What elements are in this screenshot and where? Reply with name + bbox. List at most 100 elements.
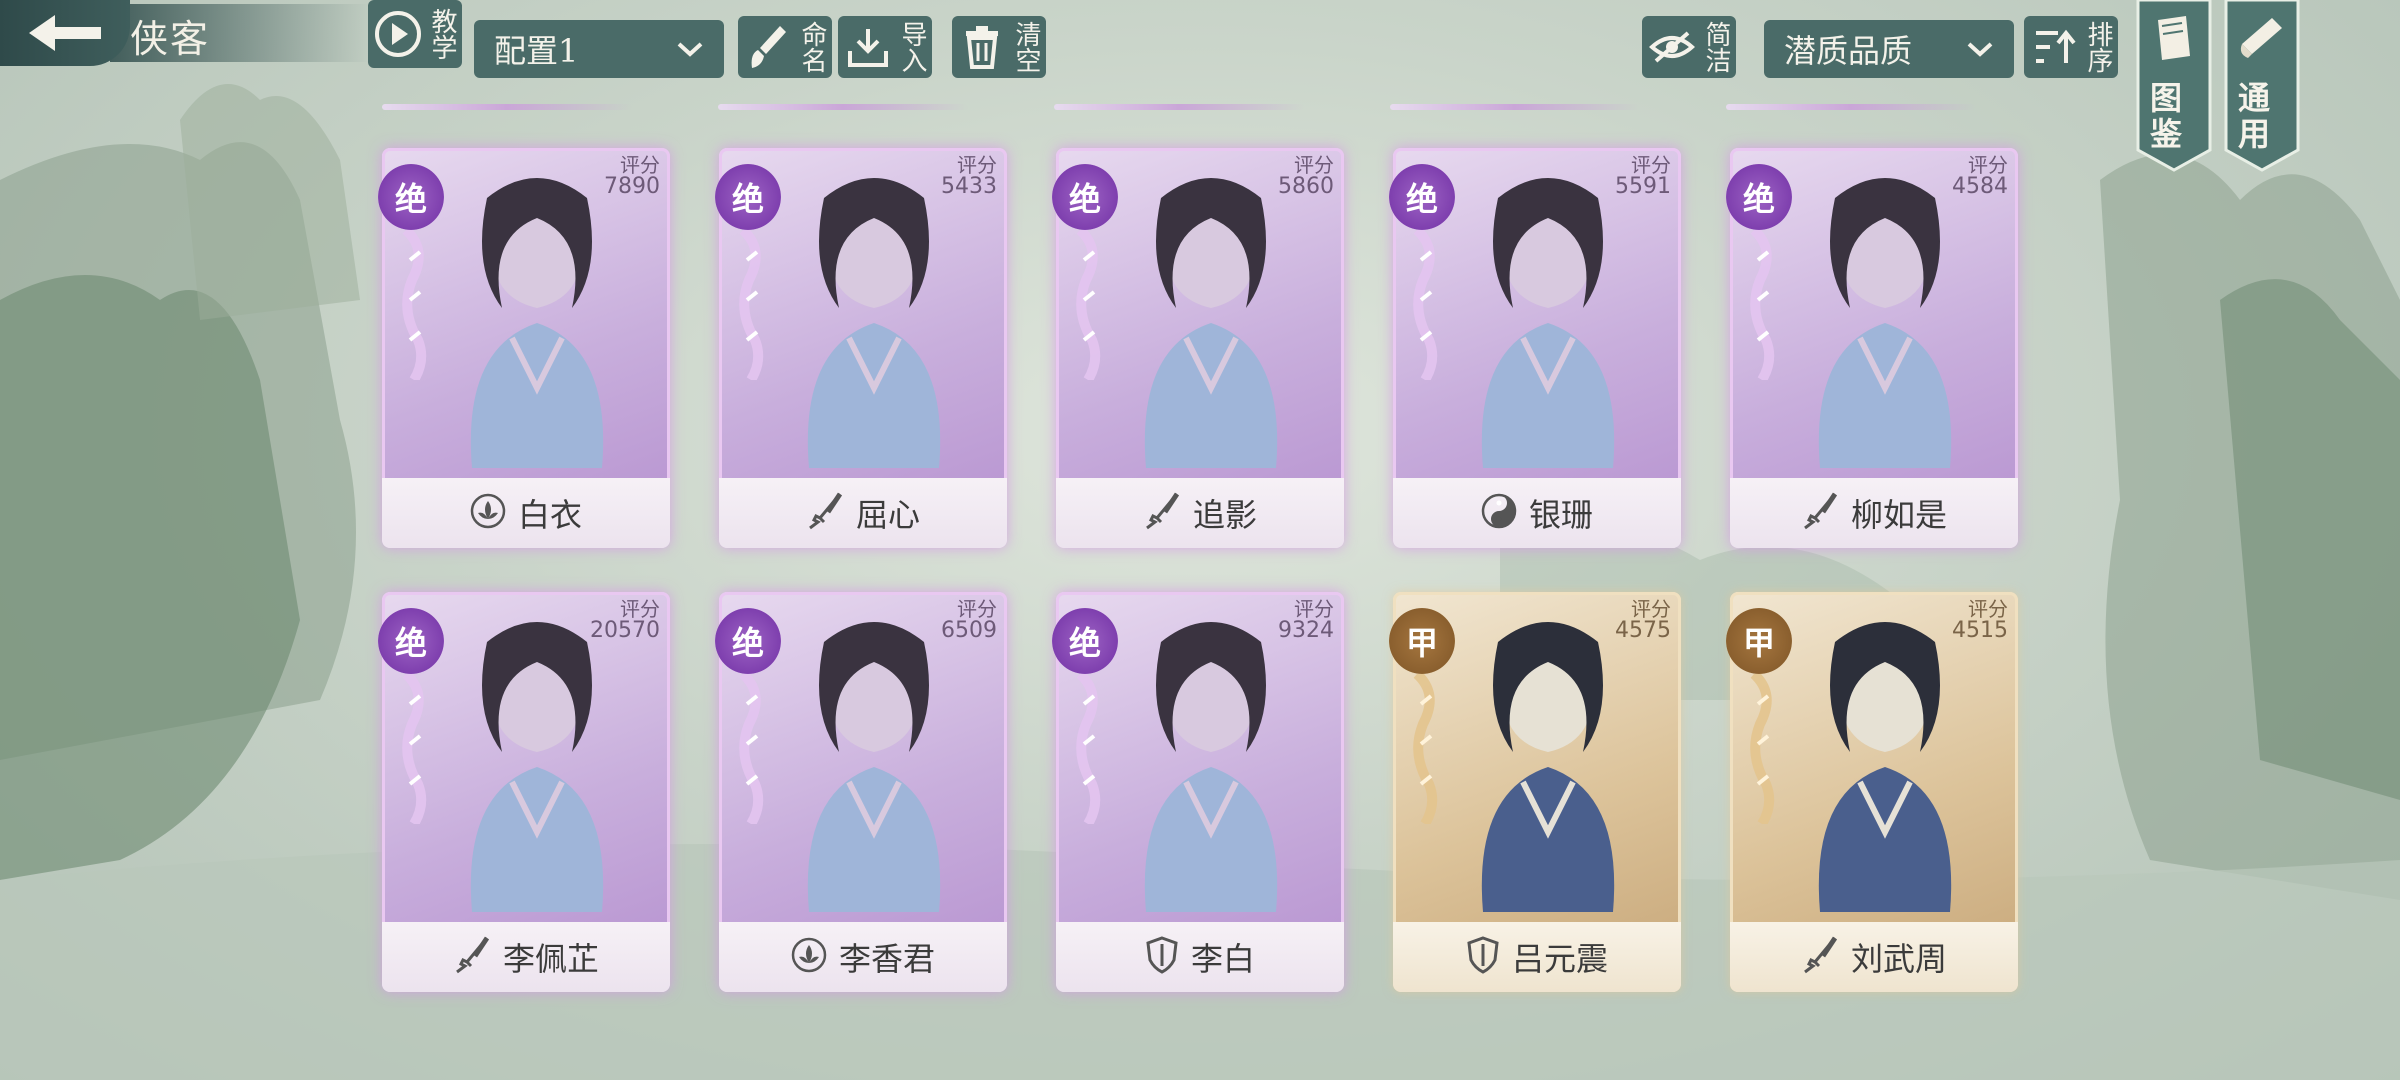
clear-button[interactable]: 清空	[952, 16, 1046, 78]
tutorial-button[interactable]: 教学	[368, 0, 462, 68]
sword-icon	[1143, 492, 1181, 534]
grade-badge: 绝	[1052, 164, 1118, 230]
grade-ribbon	[739, 674, 764, 824]
shield-icon	[1466, 936, 1500, 978]
sword-icon	[1801, 936, 1839, 978]
score-label: 评分	[1968, 597, 2008, 621]
character-name: 白衣	[517, 496, 582, 534]
character-card[interactable]: 评分 4584 柳如是 绝	[1726, 148, 2018, 548]
scroll-icon	[2240, 18, 2282, 58]
score-box: 评分 4575	[1615, 598, 1671, 642]
grade-ribbon	[1413, 674, 1438, 824]
chevron-down-icon	[1967, 42, 1993, 57]
back-arrow-icon	[29, 15, 101, 51]
sort-order-button[interactable]: 排序	[2024, 16, 2118, 78]
character-card[interactable]: 评分 4515 刘武周 甲	[1726, 592, 2018, 992]
sword-icon	[806, 492, 844, 534]
character-portrait	[470, 178, 604, 468]
character-card[interactable]: 评分 5860 追影 绝	[1052, 148, 1344, 548]
character-name: 追影	[1192, 496, 1257, 534]
score-label: 评分	[620, 597, 660, 621]
sword-icon	[453, 936, 491, 978]
score-value: 9324	[1278, 618, 1334, 643]
score-label: 评分	[620, 153, 660, 177]
sort-icon	[2024, 16, 2084, 78]
character-portrait	[1818, 178, 1952, 468]
name-bar: 银珊	[1393, 478, 1681, 548]
character-portrait	[807, 622, 941, 912]
name-bar: 白衣	[382, 478, 670, 548]
sort-select[interactable]: 潜质品质	[1764, 20, 2014, 78]
general-banner-button[interactable]: 通用	[2224, 0, 2300, 172]
lotus-icon	[470, 493, 506, 533]
score-box: 评分 9324	[1278, 598, 1334, 642]
character-card[interactable]: 评分 7890 白衣 绝	[378, 148, 670, 548]
score-box: 评分 6509	[941, 598, 997, 642]
name-bar: 吕元震	[1393, 922, 1681, 992]
character-name: 银珊	[1528, 496, 1593, 534]
clear-label: 清空	[1011, 21, 1041, 73]
character-portrait	[1144, 622, 1278, 912]
grade-badge: 绝	[1726, 164, 1792, 230]
general-label: 通用	[2238, 79, 2271, 153]
character-portrait	[1481, 178, 1615, 468]
character-portrait	[1144, 178, 1278, 468]
character-card[interactable]: 评分 5433 屈心 绝	[715, 148, 1007, 548]
brush-icon	[738, 16, 798, 78]
grade-ribbon	[1750, 230, 1775, 380]
back-button[interactable]	[0, 0, 130, 66]
character-portrait	[1481, 622, 1615, 912]
name-bar: 屈心	[719, 478, 1007, 548]
column-divider	[718, 104, 968, 110]
grade-badge: 甲	[1726, 608, 1792, 674]
character-card[interactable]: 评分 4575 吕元震 甲	[1389, 592, 1681, 992]
grade-ribbon	[1750, 674, 1775, 824]
book-icon	[2158, 16, 2190, 60]
character-portrait	[1818, 622, 1952, 912]
grade-ribbon	[402, 674, 427, 824]
character-portrait	[807, 178, 941, 468]
character-card[interactable]: 评分 20570 李佩芷 绝	[378, 592, 670, 992]
grade-ribbon	[1076, 674, 1101, 824]
grade-badge: 甲	[1389, 608, 1455, 674]
score-value: 4575	[1615, 618, 1671, 643]
config-select[interactable]: 配置1	[474, 20, 724, 78]
grade-ribbon	[402, 230, 427, 380]
name-bar: 李白	[1056, 922, 1344, 992]
page-title: 侠客	[130, 17, 211, 61]
simple-mode-button[interactable]: 简洁	[1642, 16, 1736, 78]
simple-mode-label: 简洁	[1701, 21, 1731, 73]
score-label: 评分	[957, 153, 997, 177]
name-bar: 刘武周	[1730, 922, 2018, 992]
play-icon	[368, 3, 428, 65]
score-box: 评分 4584	[1952, 154, 2008, 198]
grade-badge: 绝	[715, 608, 781, 674]
score-value: 5433	[941, 174, 997, 199]
score-value: 7890	[604, 174, 660, 199]
tutorial-label: 教学	[427, 8, 457, 60]
grade-badge: 绝	[378, 164, 444, 230]
score-label: 评分	[1631, 153, 1671, 177]
score-label: 评分	[1294, 153, 1334, 177]
lotus-icon	[791, 937, 827, 977]
grade-ribbon	[1076, 230, 1101, 380]
column-divider	[1726, 104, 1976, 110]
character-card[interactable]: 评分 9324 李白 绝	[1052, 592, 1344, 992]
top-bar: 侠客 教学 配置1 命名 导入 清空 简洁 潜质品质 排序 图鉴 通用	[0, 0, 2400, 172]
character-card[interactable]: 评分 5591 银珊 绝	[1389, 148, 1681, 548]
character-card[interactable]: 评分 6509 李香君 绝	[715, 592, 1007, 992]
trash-icon	[952, 16, 1012, 78]
score-value: 6509	[941, 618, 997, 643]
score-label: 评分	[1294, 597, 1334, 621]
grade-ribbon	[739, 230, 764, 380]
codex-banner-button[interactable]: 图鉴	[2136, 0, 2212, 172]
import-button[interactable]: 导入	[838, 16, 932, 78]
rename-button[interactable]: 命名	[738, 16, 832, 78]
yin-yang-icon	[1481, 493, 1517, 533]
score-box: 评分 5591	[1615, 154, 1671, 198]
grade-badge: 绝	[1389, 164, 1455, 230]
score-box: 评分 7890	[604, 154, 660, 198]
character-name: 李白	[1190, 940, 1255, 978]
grade-badge: 绝	[715, 164, 781, 230]
sort-order-label: 排序	[2083, 21, 2113, 73]
